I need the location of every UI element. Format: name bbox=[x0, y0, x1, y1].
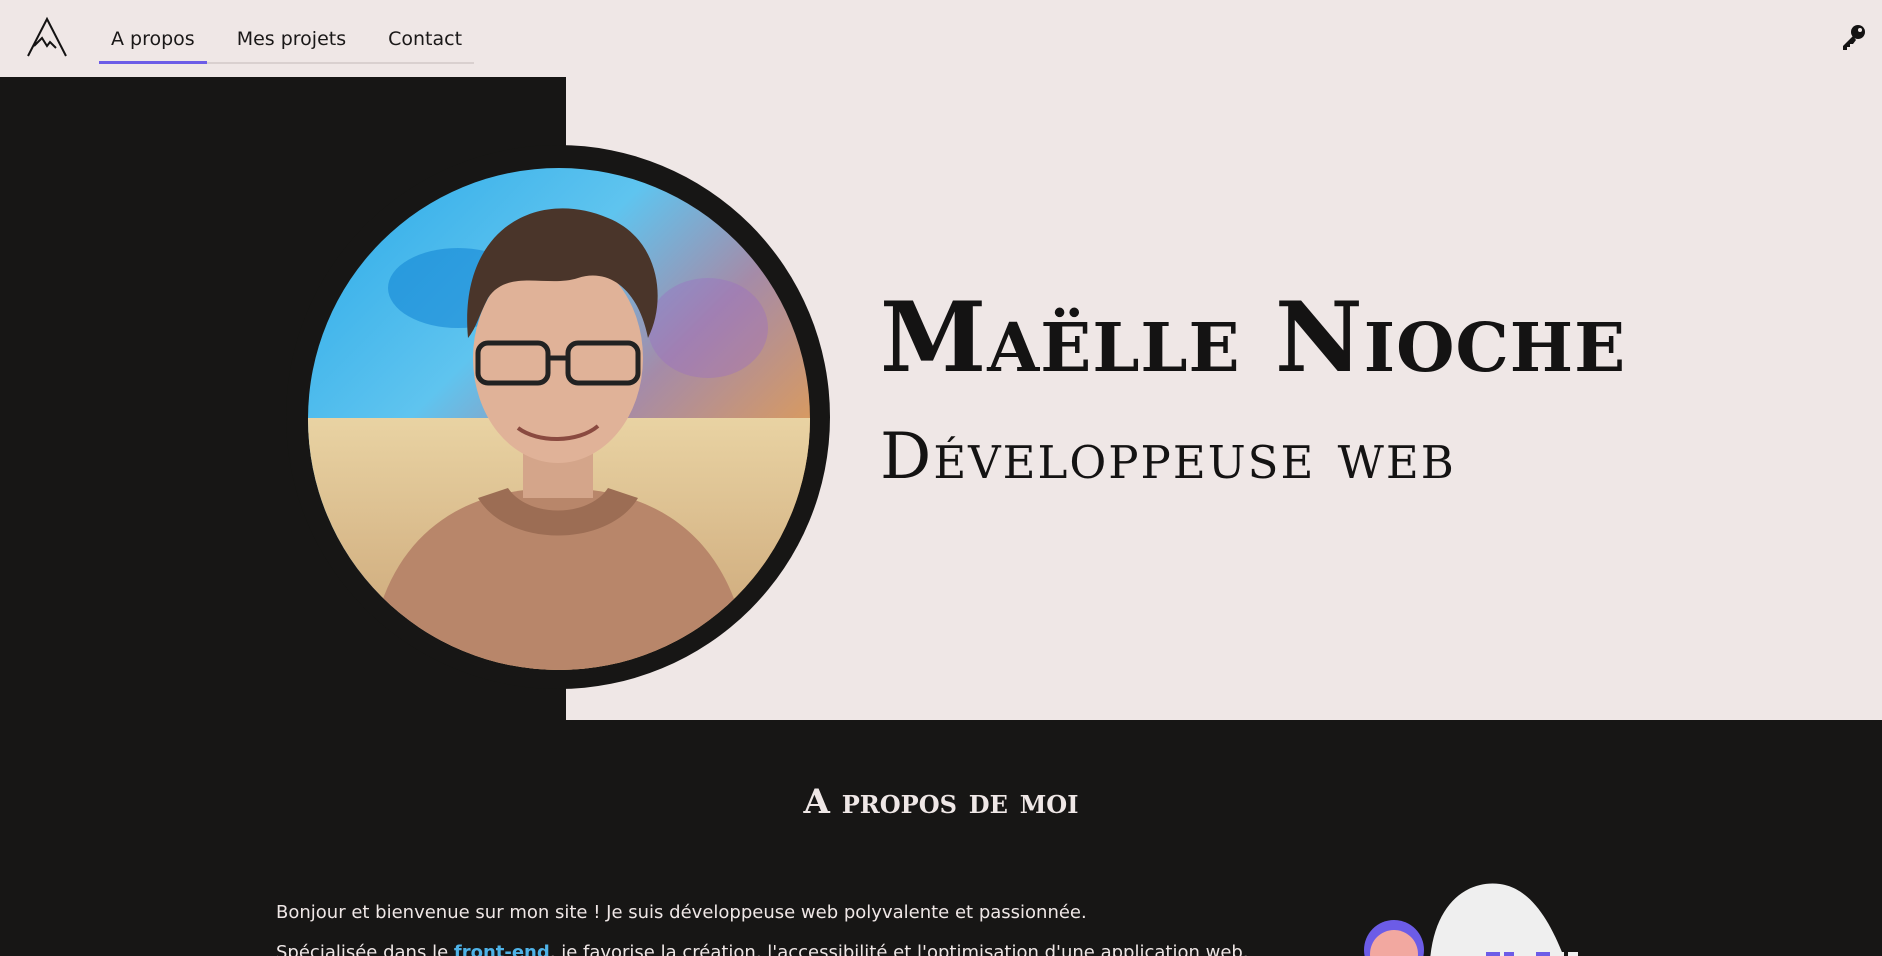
front-end-link[interactable]: front-end bbox=[454, 942, 550, 956]
hero-name: Maëlle Nioche bbox=[880, 281, 1627, 394]
site-header: A propos Mes projets Contact bbox=[0, 0, 1882, 77]
about-paragraph: Spécialisée dans le front-end, je favori… bbox=[276, 942, 1249, 956]
key-icon[interactable] bbox=[1838, 22, 1868, 52]
about-p2-after: , je favorise la création, l'accessibili… bbox=[549, 942, 1249, 956]
about-p2-before: Spécialisée dans le bbox=[276, 942, 454, 956]
hero-role: Développeuse web bbox=[880, 420, 1456, 494]
about-section: A propos de moi Bonjour et bienvenue sur… bbox=[0, 720, 1882, 956]
about-intro: Bonjour et bienvenue sur mon site ! Je s… bbox=[276, 902, 1087, 923]
page: A propos Mes projets Contact Maëlle Nioc… bbox=[0, 0, 1882, 956]
nav-item-mes-projets[interactable]: Mes projets bbox=[225, 18, 358, 62]
main-nav: A propos Mes projets Contact bbox=[99, 18, 475, 64]
nav-item-contact[interactable]: Contact bbox=[376, 18, 474, 62]
mountain-logo-icon[interactable] bbox=[26, 16, 68, 58]
developer-illustration bbox=[1364, 883, 1578, 956]
about-title: A propos de moi bbox=[803, 782, 1079, 822]
profile-photo bbox=[308, 168, 810, 670]
nav-item-a-propos[interactable]: A propos bbox=[99, 18, 207, 64]
